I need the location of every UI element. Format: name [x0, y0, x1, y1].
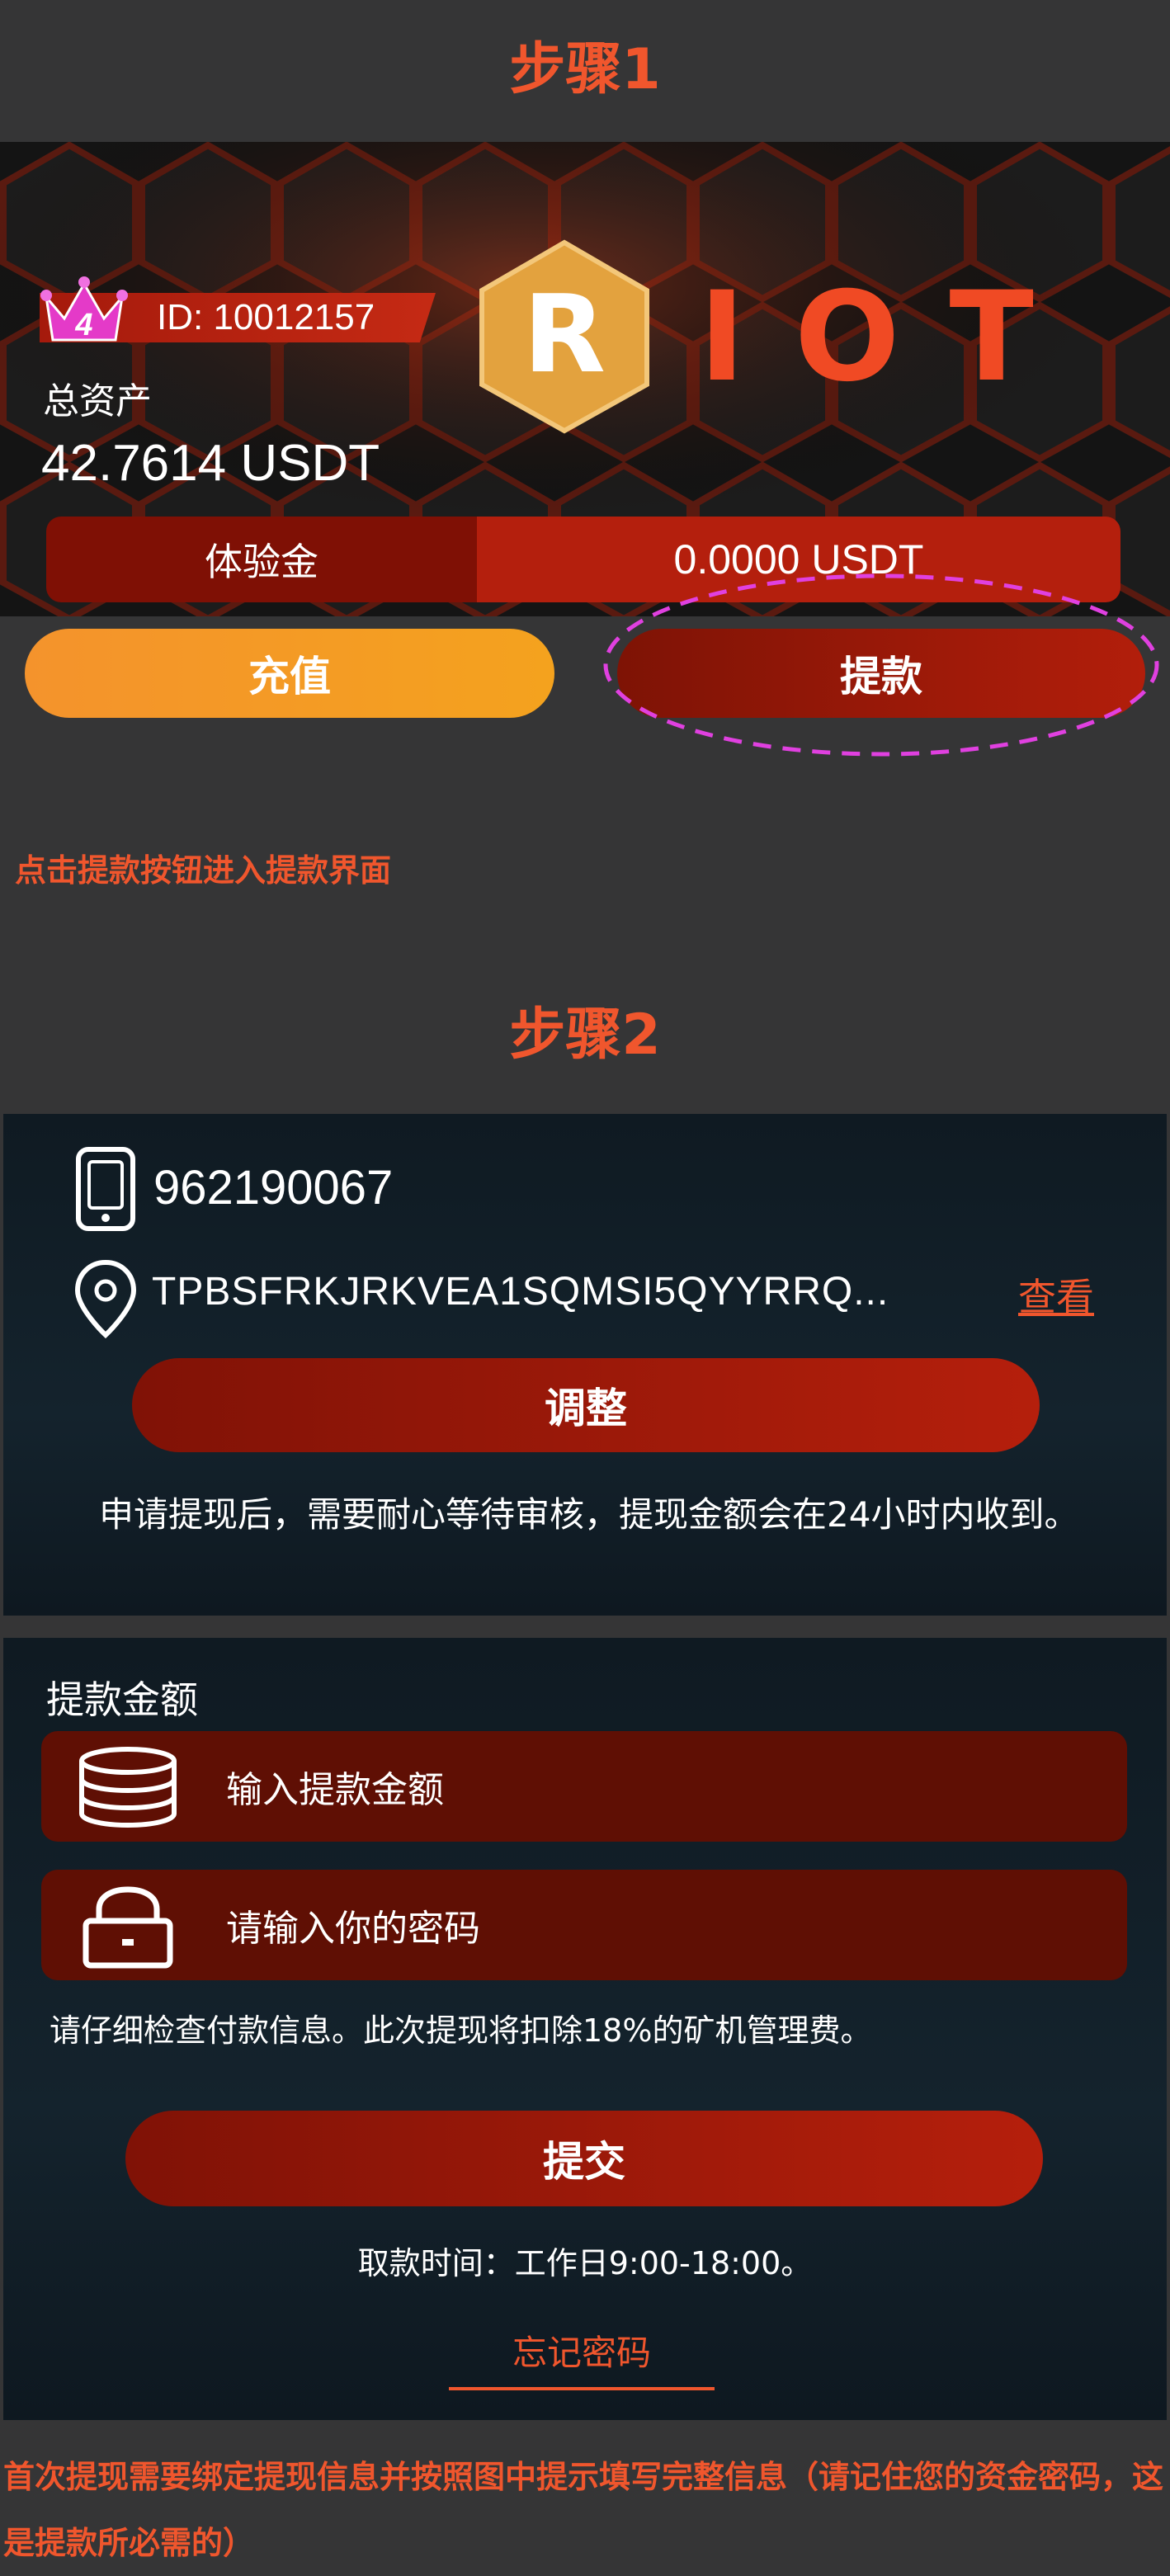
phone-icon — [76, 1147, 135, 1231]
crown-icon: 4 — [40, 276, 128, 342]
vip-level: 4 — [74, 308, 92, 342]
password-input[interactable]: 请输入你的密码 — [41, 1870, 1127, 1980]
submit-button[interactable]: 提交 — [125, 2111, 1043, 2206]
review-notice: 申请提现后，需要耐心等待审核，提现金额会在24小时内收到。 — [99, 1494, 1079, 1535]
phone-number: 962190067 — [153, 1161, 394, 1215]
adjust-button[interactable]: 调整 — [132, 1358, 1040, 1452]
highlight-ellipse — [603, 573, 1159, 757]
check-info-text: 请仔细检查付款信息。此次提现将扣除18%的矿机管理费。 — [50, 2012, 872, 2049]
amount-section-label: 提款金额 — [46, 1677, 198, 1722]
experience-label: 体验金 — [46, 517, 477, 602]
amount-placeholder: 输入提款金额 — [226, 1769, 444, 1811]
user-id: ID: 10012157 — [157, 297, 375, 337]
recharge-button[interactable]: 充值 — [25, 629, 554, 718]
logo-text: IOT — [699, 266, 1083, 409]
total-assets-value: 42.7614 USDT — [41, 435, 380, 492]
location-pin-icon — [74, 1259, 137, 1339]
step1-title: 步骤1 — [509, 37, 661, 102]
step1-instruction: 点击提款按钮进入提款界面 — [15, 852, 392, 889]
forgot-password-link[interactable]: 忘记密码 — [449, 2325, 715, 2390]
riot-logo: R IOT — [479, 239, 1083, 434]
amount-input[interactable]: 输入提款金额 — [41, 1731, 1127, 1842]
final-note: 首次提现需要绑定提现信息并按照图中提示填写完整信息（请记住您的资金密码，这是提款… — [3, 2459, 1164, 2561]
lock-icon — [83, 1886, 173, 1969]
total-assets-label: 总资产 — [43, 380, 152, 422]
view-address-link[interactable]: 查看 — [1018, 1267, 1094, 1322]
database-icon — [79, 1747, 177, 1828]
logo-letter: R — [523, 271, 606, 397]
password-placeholder: 请输入你的密码 — [226, 1908, 480, 1950]
withdraw-time: 取款时间：工作日9:00-18:00。 — [357, 2245, 813, 2281]
wallet-address: TPBSFRKJRKVEA1SQMSI5QYYRRQ... — [152, 1270, 889, 1314]
step2-title: 步骤2 — [509, 1003, 661, 1068]
